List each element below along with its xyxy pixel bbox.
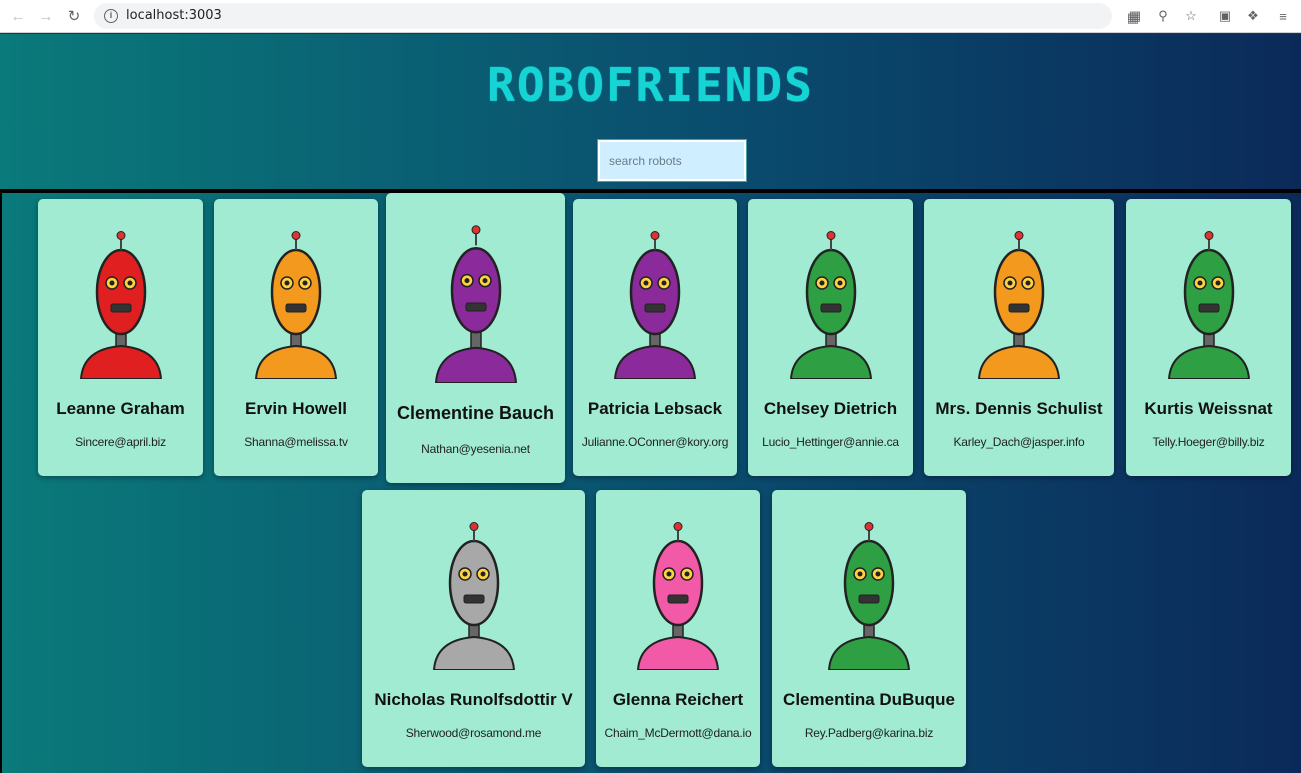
robot-name: Mrs. Dennis Schulist	[935, 399, 1103, 418]
robot-email: Shanna@melissa.tv	[244, 435, 348, 449]
robot-illustration	[434, 225, 517, 383]
robot-name: Chelsey Dietrich	[763, 399, 898, 418]
robot-illustration	[432, 522, 515, 670]
robot-card[interactable]: Patricia Lebsack Julianne.OConner@kory.o…	[573, 199, 737, 476]
card-list[interactable]: Leanne Graham Sincere@april.biz Ervin Ho…	[0, 189, 1301, 773]
robot-email: Sherwood@rosamond.me	[405, 726, 542, 740]
back-arrow-icon[interactable]: ←	[6, 4, 30, 28]
reading-list-icon[interactable]: ≡	[1272, 4, 1294, 28]
robot-avatar	[1126, 229, 1291, 379]
robot-illustration	[977, 231, 1061, 379]
robot-email: Rey.Padberg@karina.biz	[804, 726, 934, 740]
robot-email: Karley_Dach@jasper.info	[953, 435, 1085, 449]
robot-avatar	[386, 223, 565, 383]
robot-illustration	[79, 231, 162, 379]
zoom-icon[interactable]: ⚲	[1152, 4, 1174, 28]
robot-card[interactable]: Ervin Howell Shanna@melissa.tv	[214, 199, 378, 476]
robot-avatar	[214, 229, 378, 379]
robot-illustration	[636, 522, 720, 670]
puzzle-extensions-icon[interactable]: ❖	[1242, 4, 1264, 28]
bookmark-star-icon[interactable]: ☆	[1180, 4, 1202, 28]
robot-name: Clementine Bauch	[396, 403, 555, 423]
robot-avatar	[748, 229, 913, 379]
robot-name: Patricia Lebsack	[587, 399, 723, 418]
translate-icon[interactable]: ▦	[1124, 4, 1146, 28]
robot-card[interactable]: Leanne Graham Sincere@april.biz	[38, 199, 203, 476]
site-info-icon[interactable]: i	[104, 9, 118, 23]
robot-card[interactable]: Chelsey Dietrich Lucio_Hettinger@annie.c…	[748, 199, 913, 476]
robot-name: Leanne Graham	[56, 399, 185, 418]
browser-toolbar: ← → ↻ i localhost:3003 ▦ ▦ ⚲ ☆ ▣ ❖ ≡	[0, 0, 1301, 33]
forward-arrow-icon[interactable]: →	[34, 4, 58, 28]
robot-card[interactable]: Nicholas Runolfsdottir V Sherwood@rosamo…	[362, 490, 585, 767]
robot-name: Kurtis Weissnat	[1144, 399, 1273, 418]
robot-card[interactable]: Clementine Bauch Nathan@yesenia.net	[386, 193, 565, 483]
robot-illustration	[1167, 231, 1250, 379]
robot-name: Nicholas Runolfsdottir V	[374, 690, 573, 709]
address-bar[interactable]: i localhost:3003 ▦	[94, 3, 1139, 29]
robot-email: Sincere@april.biz	[75, 435, 166, 449]
robot-avatar	[362, 520, 585, 670]
app-title: ROBOFRIENDS	[487, 58, 814, 112]
robot-avatar	[573, 229, 737, 379]
robot-card[interactable]: Mrs. Dennis Schulist Karley_Dach@jasper.…	[924, 199, 1114, 476]
robot-illustration	[827, 522, 911, 670]
search-input[interactable]	[597, 139, 747, 182]
robot-name: Ervin Howell	[244, 399, 348, 418]
robot-name: Glenna Reichert	[612, 690, 744, 709]
robot-avatar	[924, 229, 1114, 379]
robot-email: Lucio_Hettinger@annie.ca	[762, 435, 899, 449]
robot-card[interactable]: Glenna Reichert Chaim_McDermott@dana.io	[596, 490, 760, 767]
robot-avatar	[38, 229, 203, 379]
robot-illustration	[254, 231, 338, 379]
robot-avatar	[772, 520, 966, 670]
reload-icon[interactable]: ↻	[62, 4, 86, 28]
robot-illustration	[613, 231, 697, 379]
robot-card[interactable]: Clementina DuBuque Rey.Padberg@karina.bi…	[772, 490, 966, 767]
extension-icon[interactable]: ▣	[1214, 4, 1236, 28]
robot-illustration	[789, 231, 872, 379]
url-text: localhost:3003	[126, 8, 222, 23]
robot-email: Nathan@yesenia.net	[421, 442, 530, 456]
robofriends-page: ROBOFRIENDS Leanne Graham Sincere@april.…	[0, 34, 1301, 773]
robot-email: Chaim_McDermott@dana.io	[604, 726, 752, 740]
robot-email: Telly.Hoeger@billy.biz	[1152, 435, 1265, 449]
robot-name: Clementina DuBuque	[783, 690, 955, 709]
robot-card[interactable]: Kurtis Weissnat Telly.Hoeger@billy.biz	[1126, 199, 1291, 476]
robot-email: Julianne.OConner@kory.org	[581, 435, 729, 449]
robot-avatar	[596, 520, 760, 670]
